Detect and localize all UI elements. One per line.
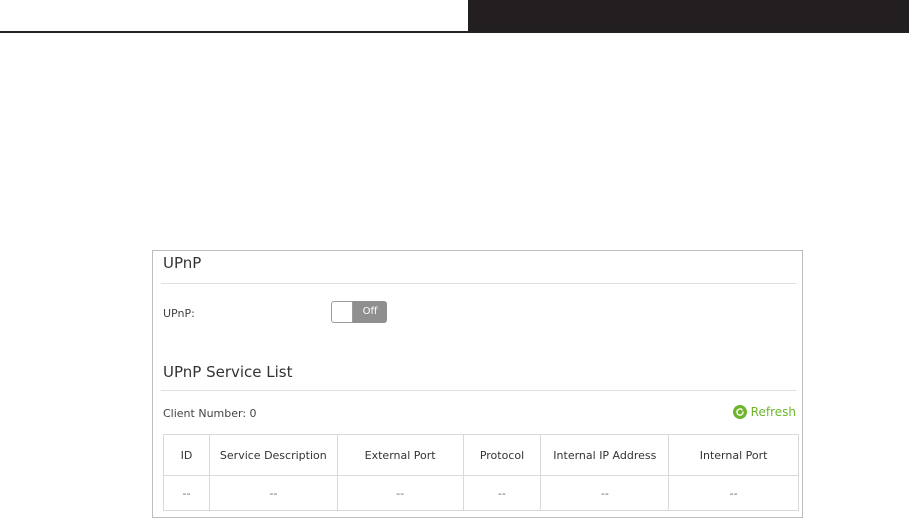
toggle-knob [331,301,353,323]
table-row: -- -- -- -- -- -- [163,475,799,511]
header-divider [0,31,909,33]
column-header-external-port: External Port [336,434,464,476]
column-header-protocol: Protocol [462,434,542,476]
service-list-title: UPnP Service List [163,363,293,381]
refresh-icon [732,405,747,419]
table-cell: -- [208,475,338,511]
table-cell: -- [462,475,542,511]
header-bar [468,0,909,31]
upnp-field-label: UPnP: [163,307,195,320]
upnp-panel: UPnP UPnP: Off UPnP Service List Client … [152,250,803,518]
column-header-internal-ip-address: Internal IP Address [540,434,670,476]
service-table: ID Service Description External Port Pro… [163,434,799,511]
table-cell: -- [336,475,464,511]
table-cell: -- [668,475,799,511]
refresh-button[interactable]: Refresh [732,405,796,419]
refresh-label: Refresh [750,405,796,419]
section-divider [161,283,796,284]
client-number: Client Number: 0 [163,407,257,420]
table-cell: -- [540,475,670,511]
column-header-internal-port: Internal Port [668,434,799,476]
table-cell: -- [163,475,210,511]
upnp-section-title: UPnP [163,254,202,272]
column-header-id: ID [163,434,210,476]
toggle-state-label: Off [353,301,387,323]
table-header-row: ID Service Description External Port Pro… [163,434,799,476]
upnp-toggle[interactable]: Off [331,301,387,323]
section-divider [161,390,796,391]
column-header-service-description: Service Description [208,434,338,476]
